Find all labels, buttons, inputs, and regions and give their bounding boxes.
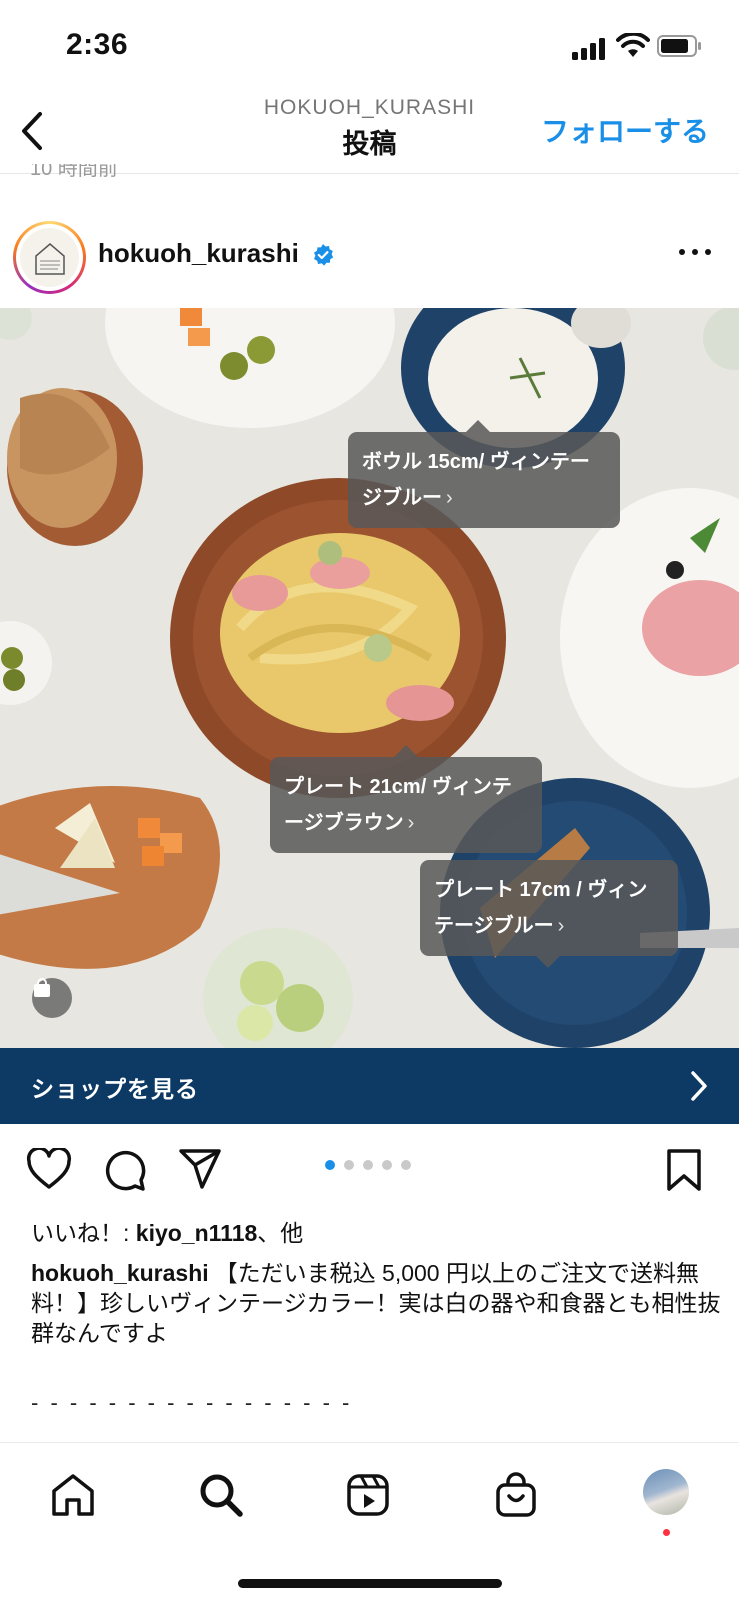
caption-username[interactable]: hokuoh_kurashi xyxy=(31,1260,209,1286)
likes-user[interactable]: kiyo_n1118 xyxy=(136,1220,258,1246)
shop-banner-label: ショップを見る xyxy=(31,1076,199,1102)
chevron-left-icon xyxy=(22,112,42,150)
post-photo[interactable]: ボウル 15cm/ ヴィンテー ジブルー › プレート 21cm/ ヴィンテ ージ… xyxy=(0,308,739,1048)
post-caption: hokuoh_kurashi 【ただいま税込 5,000 円以上のご注文で送料無料… xyxy=(31,1258,721,1348)
cellular-signal-icon xyxy=(572,38,606,60)
notification-dot xyxy=(663,1529,670,1536)
like-heart-icon[interactable] xyxy=(26,1148,72,1190)
tab-reels[interactable] xyxy=(340,1467,396,1523)
product-tag-bowl[interactable]: ボウル 15cm/ ヴィンテー ジブルー › xyxy=(348,420,620,528)
battery-icon xyxy=(657,35,701,57)
product-tag-plate-17[interactable]: プレート 17cm / ヴィン テージブルー › xyxy=(420,860,678,968)
product-tag-bowl-line2: ジブルー xyxy=(362,487,442,509)
likes-prefix: いいね！: xyxy=(31,1220,136,1246)
reels-icon xyxy=(347,1474,389,1516)
shop-banner[interactable]: ショップを見る xyxy=(0,1048,739,1124)
chevron-right-icon: › xyxy=(407,812,415,834)
tab-profile-avatar[interactable] xyxy=(643,1469,689,1515)
caption-divider: - - - - - - - - - - - - - - - - - xyxy=(31,1390,353,1415)
share-send-icon[interactable] xyxy=(178,1148,222,1190)
post-username[interactable]: hokuoh_kurashi xyxy=(98,238,299,269)
tab-search[interactable] xyxy=(193,1467,249,1523)
product-tag-plate-17-line2: テージブルー xyxy=(434,915,554,937)
verified-badge-icon xyxy=(314,244,334,266)
shopping-bag-tag-button[interactable] xyxy=(32,978,72,1018)
likes-suffix[interactable]: 、他 xyxy=(257,1220,303,1246)
chevron-right-icon: › xyxy=(557,915,565,937)
carousel-indicator xyxy=(325,1160,411,1170)
chevron-right-icon: › xyxy=(446,487,453,509)
page-title: 投稿 xyxy=(342,129,397,159)
avatar[interactable] xyxy=(13,221,86,294)
home-indicator[interactable] xyxy=(238,1579,502,1588)
post-actions xyxy=(0,1140,739,1200)
product-tag-plate-21-line2: ージブラウン xyxy=(284,812,404,834)
wifi-icon xyxy=(616,33,650,57)
product-tag-plate-21-line1: プレート 21cm/ ヴィンテ xyxy=(284,776,512,798)
nav-header: HOKUOH_KURASHI 投稿 フォローする xyxy=(0,92,739,174)
brand-logo xyxy=(20,228,79,287)
nav-titles: HOKUOH_KURASHI 投稿 xyxy=(200,96,539,161)
follow-button[interactable]: フォローする xyxy=(541,110,709,150)
back-button[interactable] xyxy=(12,106,52,156)
comment-icon[interactable] xyxy=(103,1148,147,1192)
product-tag-plate-17-line1: プレート 17cm / ヴィン xyxy=(434,879,648,901)
status-time: 2:36 xyxy=(66,28,129,61)
product-tag-plate-21[interactable]: プレート 21cm/ ヴィンテ ージブラウン › xyxy=(270,745,542,853)
shop-icon xyxy=(496,1472,536,1517)
shopping-bag-icon xyxy=(34,978,50,997)
home-icon xyxy=(52,1474,94,1516)
tab-home[interactable] xyxy=(45,1467,101,1523)
bookmark-icon[interactable] xyxy=(666,1148,702,1192)
post-time-peek: 10 時間前 xyxy=(30,164,118,178)
chevron-right-icon xyxy=(691,1071,707,1101)
likes-line: いいね！: kiyo_n1118、他 xyxy=(31,1214,303,1248)
search-icon xyxy=(200,1474,243,1517)
post-header: hokuoh_kurashi xyxy=(0,214,739,302)
tab-shop[interactable] xyxy=(488,1467,544,1523)
product-tag-bowl-line1: ボウル 15cm/ ヴィンテー xyxy=(362,451,590,473)
bottom-tab-bar xyxy=(0,1442,739,1600)
status-bar: 2:36 xyxy=(0,0,739,92)
nav-subtitle: HOKUOH_KURASHI xyxy=(263,96,476,119)
more-options-button[interactable] xyxy=(679,249,711,259)
